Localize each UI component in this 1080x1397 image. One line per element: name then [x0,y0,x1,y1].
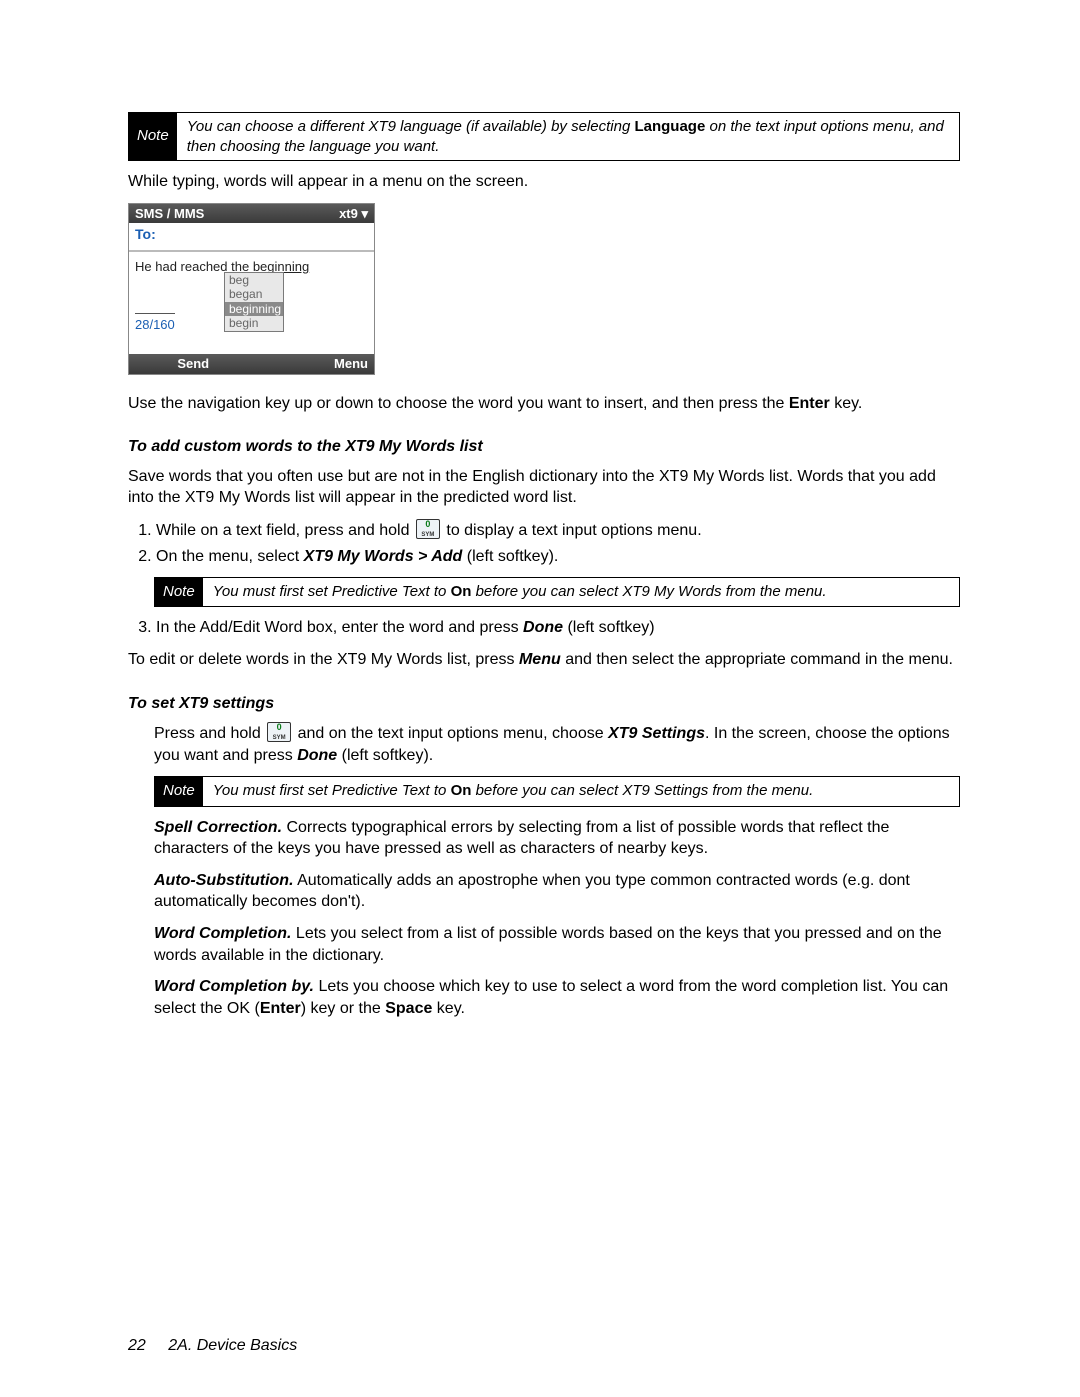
phone-illustration: SMS / MMS xt9 ▾ To: He had reached the b… [128,203,375,375]
page-number: 22 [128,1337,146,1354]
text: On the menu, select [156,548,304,565]
text: (left softkey). [337,747,433,764]
enter-key-label: Enter [789,395,830,412]
body-text: Press and hold and on the text input opt… [154,722,960,766]
phone-softkey-right: Menu [252,355,369,373]
text: key. [830,395,863,412]
text: (left softkey) [563,619,655,636]
option-item: Spell Correction. Corrects typographical… [154,817,960,860]
note-tag: Note [129,113,177,160]
done-label: Done [523,619,563,636]
note-text: You must first set Predictive Text to [213,583,451,600]
phone-suggestion-item: begin [225,316,283,330]
text: and on the text input options menu, choo… [293,725,608,742]
page: { "notes": { "note1": { "tag": "Note", "… [0,0,1080,1397]
text: To edit or delete words in the XT9 My Wo… [128,651,519,668]
space-key-label: Space [385,1000,432,1017]
phone-suggestion-item-selected: beginning [225,302,283,316]
note-box-mywords: Note You must first set Predictive Text … [154,577,960,607]
sym-key-icon [267,722,291,742]
option-head: Spell Correction. [154,819,282,836]
subheading-xt9-settings: To set XT9 settings [128,693,960,715]
note-tag: Note [155,777,203,805]
enter-key-label: Enter [260,1000,301,1017]
body-text: Use the navigation key up or down to cho… [128,393,960,415]
note-bold: Language [634,118,705,135]
note-tag: Note [155,578,203,606]
text: Use the navigation key up or down to cho… [128,395,789,412]
text: to display a text input options menu. [442,522,702,539]
phone-suggestion-item: beg [225,273,283,287]
phone-char-counter: 28/160 [135,313,175,334]
body-text: To edit or delete words in the XT9 My Wo… [128,649,960,671]
option-item: Word Completion. Lets you select from a … [154,923,960,966]
note-body: You must first set Predictive Text to On… [203,578,959,606]
page-footer: 22 2A. Device Basics [128,1335,297,1357]
phone-title-right: xt9 ▾ [339,205,368,223]
option-head: Word Completion. [154,925,291,942]
step-item: While on a text field, press and hold to… [156,519,960,542]
note-body: You can choose a different XT9 language … [177,113,959,160]
text: Press and hold [154,725,265,742]
note-bold: On [451,782,472,799]
note-text: before you can select XT9 My Words from … [471,583,826,600]
done-label: Done [297,747,337,764]
note-text: You can choose a different XT9 language … [187,118,635,135]
option-head: Word Completion by. [154,978,314,995]
option-body: ) key or the [301,1000,385,1017]
note-box-xt9settings: Note You must first set Predictive Text … [154,776,960,806]
section-title: 2A. Device Basics [168,1337,297,1354]
text: While on a text field, press and hold [156,522,414,539]
phone-softkey-bar: Send Menu [129,354,374,374]
note-body: You must first set Predictive Text to On… [203,777,959,805]
menu-path: XT9 My Words > Add [304,548,463,565]
text: In the Add/Edit Word box, enter the word… [156,619,523,636]
note-bold: On [451,583,472,600]
note-box-language: Note You can choose a different XT9 lang… [128,112,960,161]
phone-softkey-left: Send [135,355,252,373]
steps-list-cont: In the Add/Edit Word box, enter the word… [128,617,960,639]
text: and then select the appropriate command … [561,651,953,668]
option-item: Auto-Substitution. Automatically adds an… [154,870,960,913]
menu-label: Menu [519,651,561,668]
phone-suggestion-item: began [225,287,283,301]
xt9-settings-label: XT9 Settings [608,725,705,742]
phone-to-field: To: [129,223,374,252]
sym-key-icon [416,519,440,539]
steps-list: While on a text field, press and hold to… [128,519,960,567]
option-item: Word Completion by. Lets you choose whic… [154,976,960,1019]
phone-title-left: SMS / MMS [135,205,204,223]
body-text: While typing, words will appear in a men… [128,171,960,193]
step-item: On the menu, select XT9 My Words > Add (… [156,546,960,568]
note-text: You must first set Predictive Text to [213,782,451,799]
phone-msg-area: He had reached the beginning beg began b… [129,252,374,354]
option-head: Auto-Substitution. [154,872,294,889]
phone-titlebar: SMS / MMS xt9 ▾ [129,204,374,224]
body-text: Save words that you often use but are no… [128,466,960,509]
note-text: before you can select XT9 Settings from … [471,782,813,799]
text: (left softkey). [462,548,558,565]
option-body: key. [432,1000,465,1017]
phone-suggestion-menu: beg began beginning begin [224,272,284,332]
step-item: In the Add/Edit Word box, enter the word… [156,617,960,639]
subheading-my-words: To add custom words to the XT9 My Words … [128,436,960,458]
